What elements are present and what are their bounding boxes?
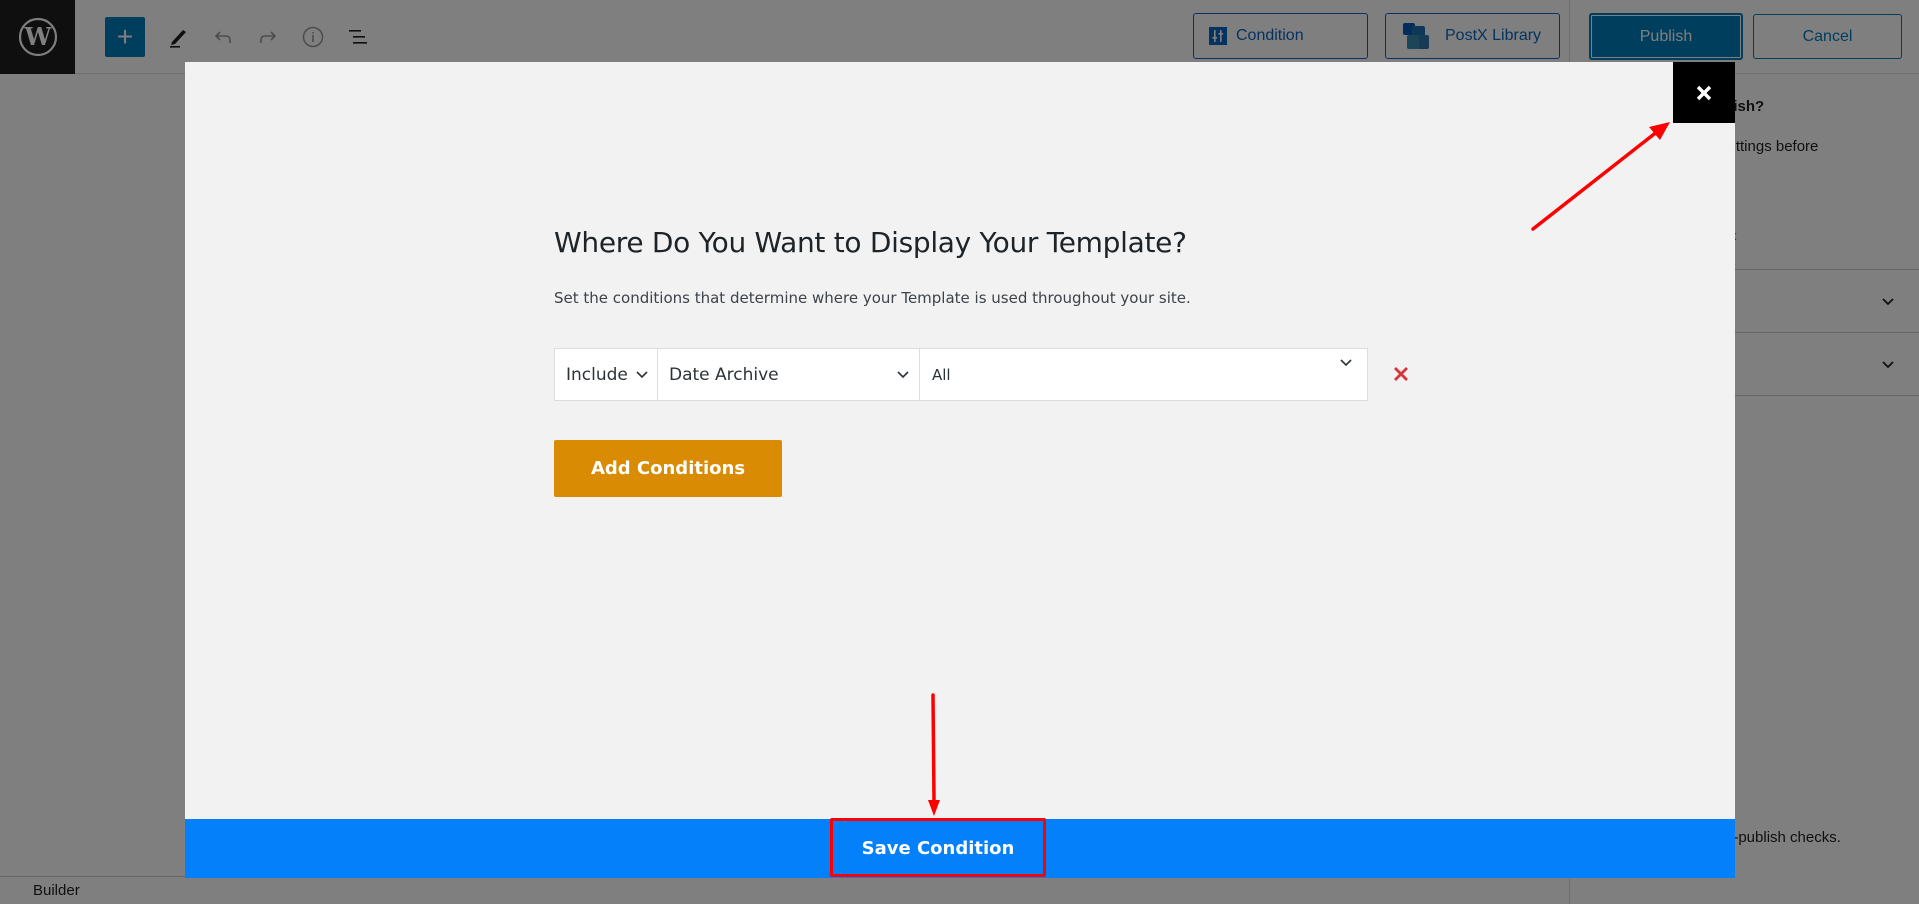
condition-type-select[interactable]: Date Archive: [658, 349, 920, 400]
modal-title: Where Do You Want to Display Your Templa…: [554, 226, 1187, 259]
template-condition-modal: Where Do You Want to Display Your Templa…: [185, 62, 1735, 878]
save-bar: Save Condition: [185, 819, 1735, 878]
include-select-value: Include: [566, 364, 628, 385]
chevron-down-icon: [636, 371, 648, 379]
remove-condition-icon[interactable]: [1389, 362, 1413, 386]
condition-type-value: Date Archive: [669, 364, 779, 385]
condition-value: All: [932, 365, 951, 384]
close-icon: [1696, 85, 1712, 100]
close-button[interactable]: [1673, 62, 1735, 123]
add-conditions-button[interactable]: Add Conditions: [554, 440, 782, 497]
include-select[interactable]: Include: [555, 349, 658, 400]
modal-subtitle: Set the conditions that determine where …: [554, 289, 1191, 307]
condition-row: Include Date Archive All: [554, 348, 1368, 401]
chevron-down-icon: [897, 371, 909, 379]
condition-value-select[interactable]: All: [920, 349, 1367, 400]
chevron-down-icon: [1340, 359, 1352, 367]
save-condition-button[interactable]: Save Condition: [830, 819, 1046, 878]
